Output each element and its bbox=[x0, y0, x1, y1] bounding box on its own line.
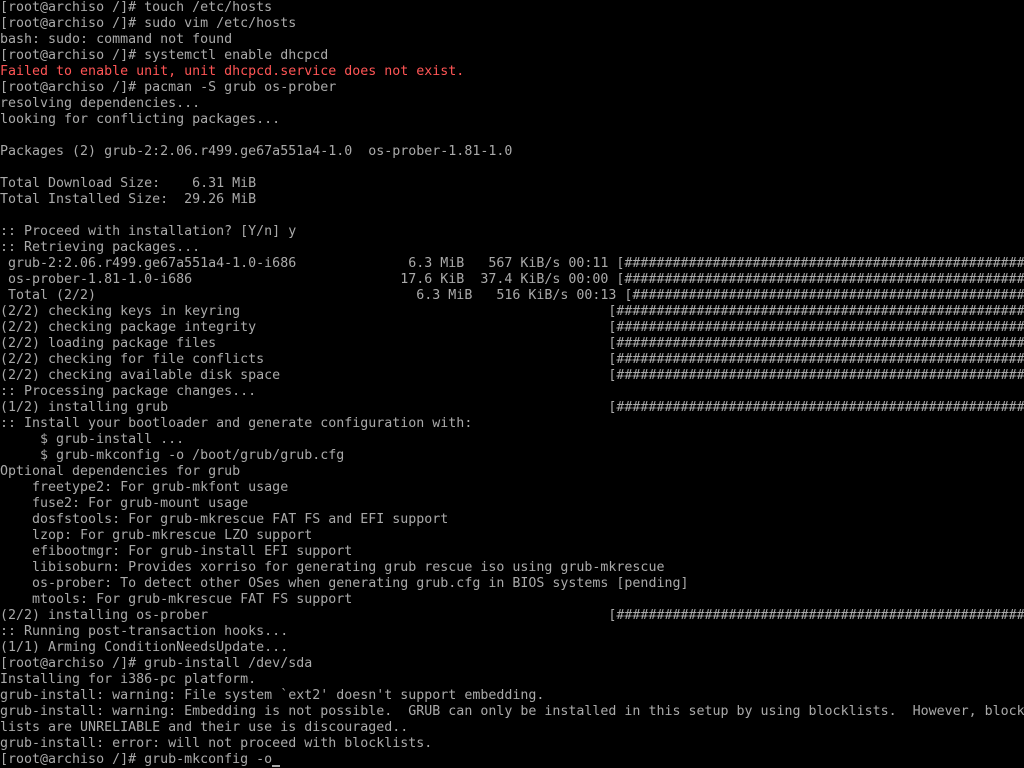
terminal-line-text: dosfstools: For grub-mkrescue FAT FS and… bbox=[0, 512, 449, 527]
terminal-line: [root@archiso /]# sudo vim /etc/hosts bbox=[0, 16, 296, 32]
terminal-line-text: [root@archiso /]# systemctl enable dhcpc… bbox=[0, 48, 329, 63]
terminal-line-text: Total (2/2) 6.3 MiB 516 KiB/s 00:13 [###… bbox=[0, 288, 1024, 303]
terminal-line-text: Optional dependencies for grub bbox=[0, 464, 241, 479]
terminal-line: [root@archiso /]# grub-mkconfig -o bbox=[0, 752, 281, 768]
terminal-line-text: Packages (2) grub-2:2.06.r499.ge67a551a4… bbox=[0, 144, 513, 159]
terminal-line-text: mtools: For grub-mkrescue FAT FS support bbox=[0, 592, 353, 607]
terminal-line: :: Retrieving packages... bbox=[0, 240, 200, 256]
terminal-line-text: grub-install: error: will not proceed wi… bbox=[0, 736, 433, 751]
terminal-line-text: lists are UNRELIABLE and their use is di… bbox=[0, 720, 409, 735]
terminal-line: mtools: For grub-mkrescue FAT FS support bbox=[0, 592, 352, 608]
terminal-line-text: :: Proceed with installation? [Y/n] y bbox=[0, 224, 297, 239]
terminal-line: bash: sudo: command not found bbox=[0, 32, 232, 48]
terminal-line-text: (2/2) checking keys in keyring [########… bbox=[0, 304, 1024, 319]
terminal-line: (1/1) Arming ConditionNeedsUpdate... bbox=[0, 640, 288, 656]
terminal-line-text: grub-2:2.06.r499.ge67a551a4-1.0-i686 6.3… bbox=[0, 256, 1024, 271]
terminal-line-text: os-prober: To detect other OSes when gen… bbox=[0, 576, 689, 591]
terminal-line-text: [root@archiso /]# grub-install /dev/sda bbox=[0, 656, 313, 671]
terminal-line-text: (1/1) Arming ConditionNeedsUpdate... bbox=[0, 640, 289, 655]
terminal-line: Total Installed Size: 29.26 MiB bbox=[0, 192, 256, 208]
terminal-line-text: resolving dependencies... bbox=[0, 96, 201, 111]
terminal-line: [root@archiso /]# touch /etc/hosts bbox=[0, 0, 272, 16]
terminal-line-text: [root@archiso /]# pacman -S grub os-prob… bbox=[0, 80, 337, 95]
terminal-line: grub-install: error: will not proceed wi… bbox=[0, 736, 432, 752]
terminal-line-text: :: Retrieving packages... bbox=[0, 240, 201, 255]
terminal-line-text: (2/2) checking available disk space [###… bbox=[0, 368, 1024, 383]
terminal-line-text: os-prober-1.81-1.0-i686 17.6 KiB 37.4 Ki… bbox=[0, 272, 1024, 287]
terminal-line: efibootmgr: For grub-install EFI support bbox=[0, 544, 352, 560]
terminal-line: Packages (2) grub-2:2.06.r499.ge67a551a4… bbox=[0, 144, 512, 160]
terminal-line-text: (1/2) installing grub [#################… bbox=[0, 400, 1024, 415]
terminal-line-text: [root@archiso /]# grub-mkconfig -o bbox=[0, 752, 273, 767]
terminal-line: libisoburn: Provides xorriso for generat… bbox=[0, 560, 664, 576]
terminal-line: (1/2) installing grub [#################… bbox=[0, 400, 1024, 416]
terminal-line: os-prober: To detect other OSes when gen… bbox=[0, 576, 688, 592]
terminal-line: :: Proceed with installation? [Y/n] y bbox=[0, 224, 296, 240]
terminal-line: resolving dependencies... bbox=[0, 96, 200, 112]
terminal-line: grub-install: warning: File system `ext2… bbox=[0, 688, 544, 704]
terminal-line-text: (2/2) checking package integrity [######… bbox=[0, 320, 1024, 335]
terminal-line-text: $ grub-mkconfig -o /boot/grub/grub.cfg bbox=[0, 448, 345, 463]
terminal-line-text: (2/2) loading package files [###########… bbox=[0, 336, 1024, 351]
terminal-line-text: [root@archiso /]# sudo vim /etc/hosts bbox=[0, 16, 297, 31]
terminal-cursor bbox=[272, 765, 281, 767]
terminal-line: :: Running post-transaction hooks... bbox=[0, 624, 288, 640]
terminal-line: $ grub-install ... bbox=[0, 432, 184, 448]
terminal-line: $ grub-mkconfig -o /boot/grub/grub.cfg bbox=[0, 448, 344, 464]
terminal-line: (2/2) checking available disk space [###… bbox=[0, 368, 1024, 384]
terminal-line-text: libisoburn: Provides xorriso for generat… bbox=[0, 560, 665, 575]
terminal-line-text: Total Download Size: 6.31 MiB bbox=[0, 176, 257, 191]
terminal-line: fuse2: For grub-mount usage bbox=[0, 496, 248, 512]
terminal-line-text: grub-install: warning: Embedding is not … bbox=[0, 704, 1024, 719]
terminal-console[interactable]: [root@archiso /]# touch /etc/hosts [root@… bbox=[0, 0, 1024, 768]
terminal-line-text: [root@archiso /]# touch /etc/hosts bbox=[0, 0, 273, 15]
terminal-line: dosfstools: For grub-mkrescue FAT FS and… bbox=[0, 512, 448, 528]
terminal-line-text: fuse2: For grub-mount usage bbox=[0, 496, 249, 511]
terminal-line: Installing for i386-pc platform. bbox=[0, 672, 256, 688]
terminal-line: (2/2) installing os-prober [############… bbox=[0, 608, 1024, 624]
terminal-line-text: freetype2: For grub-mkfont usage bbox=[0, 480, 289, 495]
terminal-line-text: lzop: For grub-mkrescue LZO support bbox=[0, 528, 313, 543]
terminal-line-text: Failed to enable unit, unit dhcpcd.servi… bbox=[0, 64, 465, 79]
terminal-line: grub-install: warning: Embedding is not … bbox=[0, 704, 1024, 720]
terminal-line: (2/2) loading package files [###########… bbox=[0, 336, 1024, 352]
terminal-line: (2/2) checking keys in keyring [########… bbox=[0, 304, 1024, 320]
terminal-line: (2/2) checking package integrity [######… bbox=[0, 320, 1024, 336]
terminal-line: Total (2/2) 6.3 MiB 516 KiB/s 00:13 [###… bbox=[0, 288, 1024, 304]
terminal-line-text: (2/2) installing os-prober [############… bbox=[0, 608, 1024, 623]
terminal-line-text: (2/2) checking for file conflicts [#####… bbox=[0, 352, 1024, 367]
terminal-line: [root@archiso /]# pacman -S grub os-prob… bbox=[0, 80, 336, 96]
terminal-line-text: Installing for i386-pc platform. bbox=[0, 672, 257, 687]
terminal-line-text: :: Processing package changes... bbox=[0, 384, 257, 399]
terminal-line-text: :: Install your bootloader and generate … bbox=[0, 416, 473, 431]
terminal-line: :: Install your bootloader and generate … bbox=[0, 416, 472, 432]
terminal-line-text: efibootmgr: For grub-install EFI support bbox=[0, 544, 353, 559]
terminal-line-text: grub-install: warning: File system `ext2… bbox=[0, 688, 545, 703]
terminal-line-text: :: Running post-transaction hooks... bbox=[0, 624, 289, 639]
terminal-line: looking for conflicting packages... bbox=[0, 112, 280, 128]
terminal-error-line: Failed to enable unit, unit dhcpcd.servi… bbox=[0, 64, 464, 80]
terminal-line: lzop: For grub-mkrescue LZO support bbox=[0, 528, 312, 544]
terminal-line: [root@archiso /]# systemctl enable dhcpc… bbox=[0, 48, 328, 64]
terminal-line: Optional dependencies for grub bbox=[0, 464, 240, 480]
terminal-line: os-prober-1.81-1.0-i686 17.6 KiB 37.4 Ki… bbox=[0, 272, 1024, 288]
terminal-line: [root@archiso /]# grub-install /dev/sda bbox=[0, 656, 312, 672]
terminal-line-text: Total Installed Size: 29.26 MiB bbox=[0, 192, 257, 207]
terminal-line: Total Download Size: 6.31 MiB bbox=[0, 176, 256, 192]
terminal-line-text: looking for conflicting packages... bbox=[0, 112, 281, 127]
terminal-line-text: bash: sudo: command not found bbox=[0, 32, 233, 47]
terminal-line: :: Processing package changes... bbox=[0, 384, 256, 400]
terminal-line: grub-2:2.06.r499.ge67a551a4-1.0-i686 6.3… bbox=[0, 256, 1024, 272]
terminal-line-text: $ grub-install ... bbox=[0, 432, 185, 447]
terminal-line: lists are UNRELIABLE and their use is di… bbox=[0, 720, 408, 736]
terminal-line: freetype2: For grub-mkfont usage bbox=[0, 480, 288, 496]
terminal-line: (2/2) checking for file conflicts [#####… bbox=[0, 352, 1024, 368]
